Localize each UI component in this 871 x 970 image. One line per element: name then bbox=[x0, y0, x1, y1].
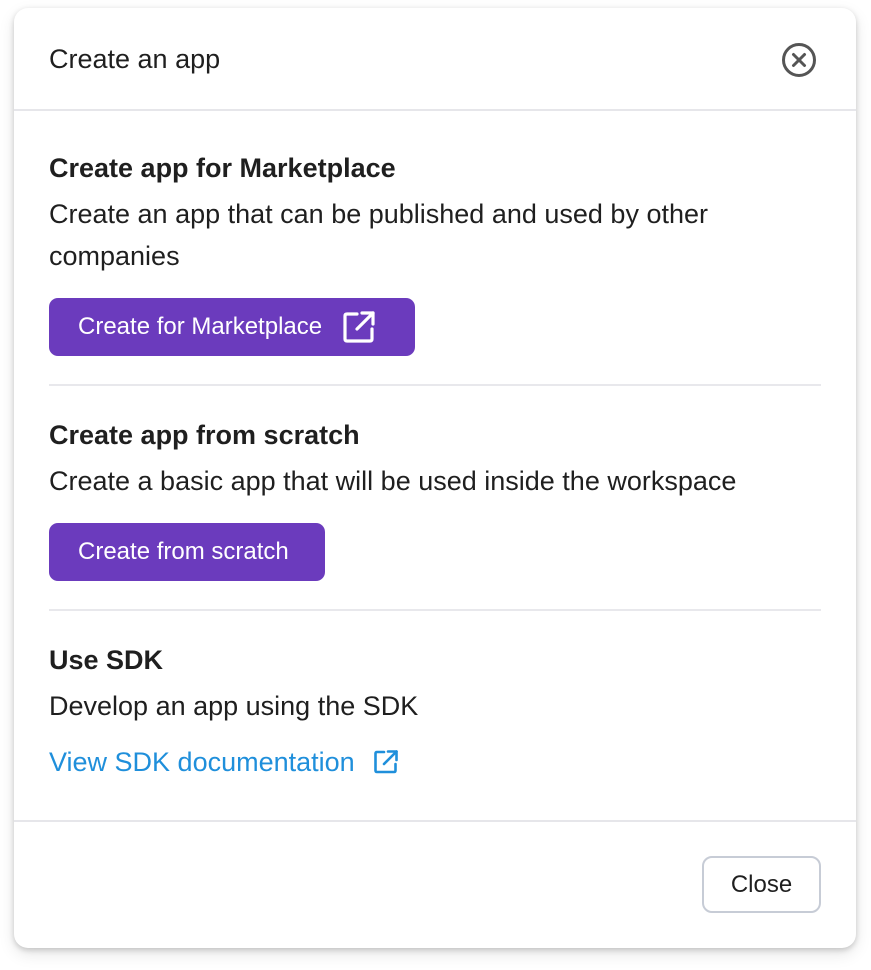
section-description: Develop an app using the SDK bbox=[49, 691, 419, 721]
scratch-section: Create app from scratch Create a basic a… bbox=[49, 418, 821, 502]
link-label: View SDK documentation bbox=[49, 747, 355, 777]
button-label: Create from scratch bbox=[78, 538, 289, 565]
marketplace-section: Create app for Marketplace Create an app… bbox=[49, 151, 821, 277]
close-circle-icon[interactable] bbox=[781, 42, 817, 78]
modal-header: Create an app bbox=[14, 8, 856, 111]
section-description: Create an app that can be published and … bbox=[49, 199, 708, 271]
section-heading: Create app from scratch bbox=[49, 420, 360, 450]
create-app-modal: Create an app Create app for Marketplace… bbox=[14, 8, 856, 948]
button-label: Create for Marketplace bbox=[78, 313, 323, 340]
modal-title: Create an app bbox=[49, 44, 221, 74]
create-from-scratch-button[interactable]: Create from scratch bbox=[49, 523, 325, 581]
create-for-marketplace-button[interactable]: Create for Marketplace bbox=[49, 298, 415, 356]
sdk-section: Use SDK Develop an app using the SDK bbox=[49, 643, 821, 727]
external-link-icon bbox=[343, 311, 375, 343]
external-link-icon bbox=[373, 750, 398, 774]
close-button[interactable]: Close bbox=[702, 856, 821, 913]
section-divider bbox=[49, 384, 821, 386]
view-sdk-documentation-link[interactable]: View SDK documentation bbox=[49, 745, 399, 779]
modal-footer-divider bbox=[14, 820, 856, 822]
section-heading: Use SDK bbox=[49, 645, 164, 675]
section-description: Create a basic app that will be used ins… bbox=[49, 466, 737, 496]
section-heading: Create app for Marketplace bbox=[49, 153, 396, 183]
section-divider bbox=[49, 609, 821, 611]
